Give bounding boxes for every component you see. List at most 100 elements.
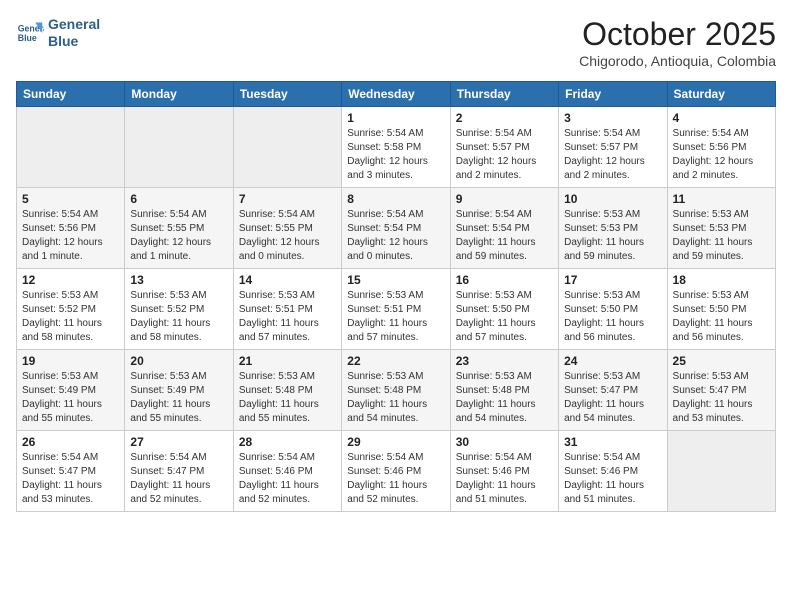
day-number: 27 xyxy=(130,435,227,449)
day-number: 22 xyxy=(347,354,444,368)
day-info: Sunrise: 5:54 AMSunset: 5:55 PMDaylight:… xyxy=(239,208,336,264)
calendar-cell xyxy=(233,107,341,188)
day-info: Sunrise: 5:54 AMSunset: 5:47 PMDaylight:… xyxy=(22,451,119,507)
day-number: 2 xyxy=(456,111,553,125)
day-info: Sunrise: 5:54 AMSunset: 5:46 PMDaylight:… xyxy=(347,451,444,507)
calendar-cell: 2Sunrise: 5:54 AMSunset: 5:57 PMDaylight… xyxy=(450,107,558,188)
calendar-cell: 3Sunrise: 5:54 AMSunset: 5:57 PMDaylight… xyxy=(559,107,667,188)
weekday-header-sunday: Sunday xyxy=(17,82,125,107)
day-number: 20 xyxy=(130,354,227,368)
calendar-cell: 21 Sunrise: 5:53 AMSunset: 5:48 PMDayligh… xyxy=(233,350,341,431)
day-info: Sunrise: 5:53 AMSunset: 5:47 PMDaylight:… xyxy=(564,370,661,426)
calendar-week-row: 19 Sunrise: 5:53 AMSunset: 5:49 PMDayligh… xyxy=(17,350,776,431)
calendar-cell: 24 Sunrise: 5:53 AMSunset: 5:47 PMDayligh… xyxy=(559,350,667,431)
day-info: Sunrise: 5:53 AMSunset: 5:53 PMDaylight:… xyxy=(564,208,661,264)
day-number: 13 xyxy=(130,273,227,287)
calendar-cell: 17 Sunrise: 5:53 AMSunset: 5:50 PMDayligh… xyxy=(559,269,667,350)
calendar-cell: 13 Sunrise: 5:53 AMSunset: 5:52 PMDayligh… xyxy=(125,269,233,350)
calendar-cell xyxy=(125,107,233,188)
title-block: October 2025 Chigorodo, Antioquia, Colom… xyxy=(579,16,776,69)
day-number: 11 xyxy=(673,192,770,206)
day-info: Sunrise: 5:53 AMSunset: 5:52 PMDaylight:… xyxy=(22,289,119,345)
logo-text-line2: Blue xyxy=(48,33,100,50)
calendar-week-row: 26 Sunrise: 5:54 AMSunset: 5:47 PMDayligh… xyxy=(17,431,776,512)
svg-text:Blue: Blue xyxy=(18,33,37,43)
weekday-header-friday: Friday xyxy=(559,82,667,107)
day-number: 16 xyxy=(456,273,553,287)
calendar-cell: 16 Sunrise: 5:53 AMSunset: 5:50 PMDayligh… xyxy=(450,269,558,350)
day-info: Sunrise: 5:53 AMSunset: 5:48 PMDaylight:… xyxy=(239,370,336,426)
day-number: 15 xyxy=(347,273,444,287)
day-number: 10 xyxy=(564,192,661,206)
weekday-header-monday: Monday xyxy=(125,82,233,107)
calendar-cell: 6 Sunrise: 5:54 AMSunset: 5:55 PMDaylight… xyxy=(125,188,233,269)
calendar-cell xyxy=(17,107,125,188)
calendar-cell: 28Sunrise: 5:54 AMSunset: 5:46 PMDayligh… xyxy=(233,431,341,512)
calendar-cell: 26 Sunrise: 5:54 AMSunset: 5:47 PMDayligh… xyxy=(17,431,125,512)
calendar-cell: 30Sunrise: 5:54 AMSunset: 5:46 PMDayligh… xyxy=(450,431,558,512)
weekday-header-wednesday: Wednesday xyxy=(342,82,450,107)
day-number: 24 xyxy=(564,354,661,368)
calendar-cell: 31 Sunrise: 5:54 AMSunset: 5:46 PMDayligh… xyxy=(559,431,667,512)
month-title: October 2025 xyxy=(579,16,776,53)
day-number: 26 xyxy=(22,435,119,449)
calendar-cell: 4 Sunrise: 5:54 AMSunset: 5:56 PMDaylight… xyxy=(667,107,775,188)
calendar-week-row: 12Sunrise: 5:53 AMSunset: 5:52 PMDayligh… xyxy=(17,269,776,350)
day-number: 31 xyxy=(564,435,661,449)
day-number: 21 xyxy=(239,354,336,368)
calendar-cell: 14Sunrise: 5:53 AMSunset: 5:51 PMDayligh… xyxy=(233,269,341,350)
day-info: Sunrise: 5:53 AMSunset: 5:49 PMDaylight:… xyxy=(130,370,227,426)
day-info: Sunrise: 5:53 AMSunset: 5:48 PMDaylight:… xyxy=(347,370,444,426)
day-info: Sunrise: 5:53 AMSunset: 5:50 PMDaylight:… xyxy=(673,289,770,345)
day-info: Sunrise: 5:54 AMSunset: 5:46 PMDaylight:… xyxy=(564,451,661,507)
calendar-cell: 15 Sunrise: 5:53 AMSunset: 5:51 PMDayligh… xyxy=(342,269,450,350)
calendar-cell: 10 Sunrise: 5:53 AMSunset: 5:53 PMDayligh… xyxy=(559,188,667,269)
day-info: Sunrise: 5:53 AMSunset: 5:47 PMDaylight:… xyxy=(673,370,770,426)
weekday-header-tuesday: Tuesday xyxy=(233,82,341,107)
day-info: Sunrise: 5:53 AMSunset: 5:50 PMDaylight:… xyxy=(564,289,661,345)
day-number: 7 xyxy=(239,192,336,206)
day-number: 30 xyxy=(456,435,553,449)
calendar-week-row: 5 Sunrise: 5:54 AMSunset: 5:56 PMDaylight… xyxy=(17,188,776,269)
day-number: 18 xyxy=(673,273,770,287)
calendar-cell: 7 Sunrise: 5:54 AMSunset: 5:55 PMDaylight… xyxy=(233,188,341,269)
calendar-table: SundayMondayTuesdayWednesdayThursdayFrid… xyxy=(16,81,776,512)
calendar-cell: 19Sunrise: 5:53 AMSunset: 5:49 PMDayligh… xyxy=(17,350,125,431)
calendar-cell: 12Sunrise: 5:53 AMSunset: 5:52 PMDayligh… xyxy=(17,269,125,350)
calendar-cell xyxy=(667,431,775,512)
day-number: 8 xyxy=(347,192,444,206)
calendar-cell: 23Sunrise: 5:53 AMSunset: 5:48 PMDayligh… xyxy=(450,350,558,431)
day-info: Sunrise: 5:54 AMSunset: 5:54 PMDaylight:… xyxy=(347,208,444,264)
calendar-cell: 22 Sunrise: 5:53 AMSunset: 5:48 PMDayligh… xyxy=(342,350,450,431)
calendar-week-row: 1Sunrise: 5:54 AMSunset: 5:58 PMDaylight… xyxy=(17,107,776,188)
calendar-cell: 27Sunrise: 5:54 AMSunset: 5:47 PMDayligh… xyxy=(125,431,233,512)
day-info: Sunrise: 5:54 AMSunset: 5:56 PMDaylight:… xyxy=(673,127,770,183)
logo-text-line1: General xyxy=(48,16,100,33)
day-number: 5 xyxy=(22,192,119,206)
day-info: Sunrise: 5:53 AMSunset: 5:50 PMDaylight:… xyxy=(456,289,553,345)
calendar-cell: 29 Sunrise: 5:54 AMSunset: 5:46 PMDayligh… xyxy=(342,431,450,512)
day-number: 1 xyxy=(347,111,444,125)
day-number: 29 xyxy=(347,435,444,449)
day-number: 4 xyxy=(673,111,770,125)
calendar-cell: 5 Sunrise: 5:54 AMSunset: 5:56 PMDaylight… xyxy=(17,188,125,269)
calendar-cell: 20 Sunrise: 5:53 AMSunset: 5:49 PMDayligh… xyxy=(125,350,233,431)
weekday-header-row: SundayMondayTuesdayWednesdayThursdayFrid… xyxy=(17,82,776,107)
calendar-cell: 9Sunrise: 5:54 AMSunset: 5:54 PMDaylight… xyxy=(450,188,558,269)
day-info: Sunrise: 5:54 AMSunset: 5:56 PMDaylight:… xyxy=(22,208,119,264)
day-info: Sunrise: 5:54 AMSunset: 5:54 PMDaylight:… xyxy=(456,208,553,264)
calendar-cell: 1Sunrise: 5:54 AMSunset: 5:58 PMDaylight… xyxy=(342,107,450,188)
day-number: 17 xyxy=(564,273,661,287)
day-info: Sunrise: 5:53 AMSunset: 5:52 PMDaylight:… xyxy=(130,289,227,345)
weekday-header-thursday: Thursday xyxy=(450,82,558,107)
weekday-header-saturday: Saturday xyxy=(667,82,775,107)
day-info: Sunrise: 5:54 AMSunset: 5:55 PMDaylight:… xyxy=(130,208,227,264)
day-info: Sunrise: 5:53 AMSunset: 5:51 PMDaylight:… xyxy=(347,289,444,345)
day-info: Sunrise: 5:53 AMSunset: 5:48 PMDaylight:… xyxy=(456,370,553,426)
calendar-cell: 25Sunrise: 5:53 AMSunset: 5:47 PMDayligh… xyxy=(667,350,775,431)
calendar-cell: 8 Sunrise: 5:54 AMSunset: 5:54 PMDaylight… xyxy=(342,188,450,269)
day-info: Sunrise: 5:54 AMSunset: 5:57 PMDaylight:… xyxy=(564,127,661,183)
day-number: 19 xyxy=(22,354,119,368)
day-number: 6 xyxy=(130,192,227,206)
day-number: 14 xyxy=(239,273,336,287)
